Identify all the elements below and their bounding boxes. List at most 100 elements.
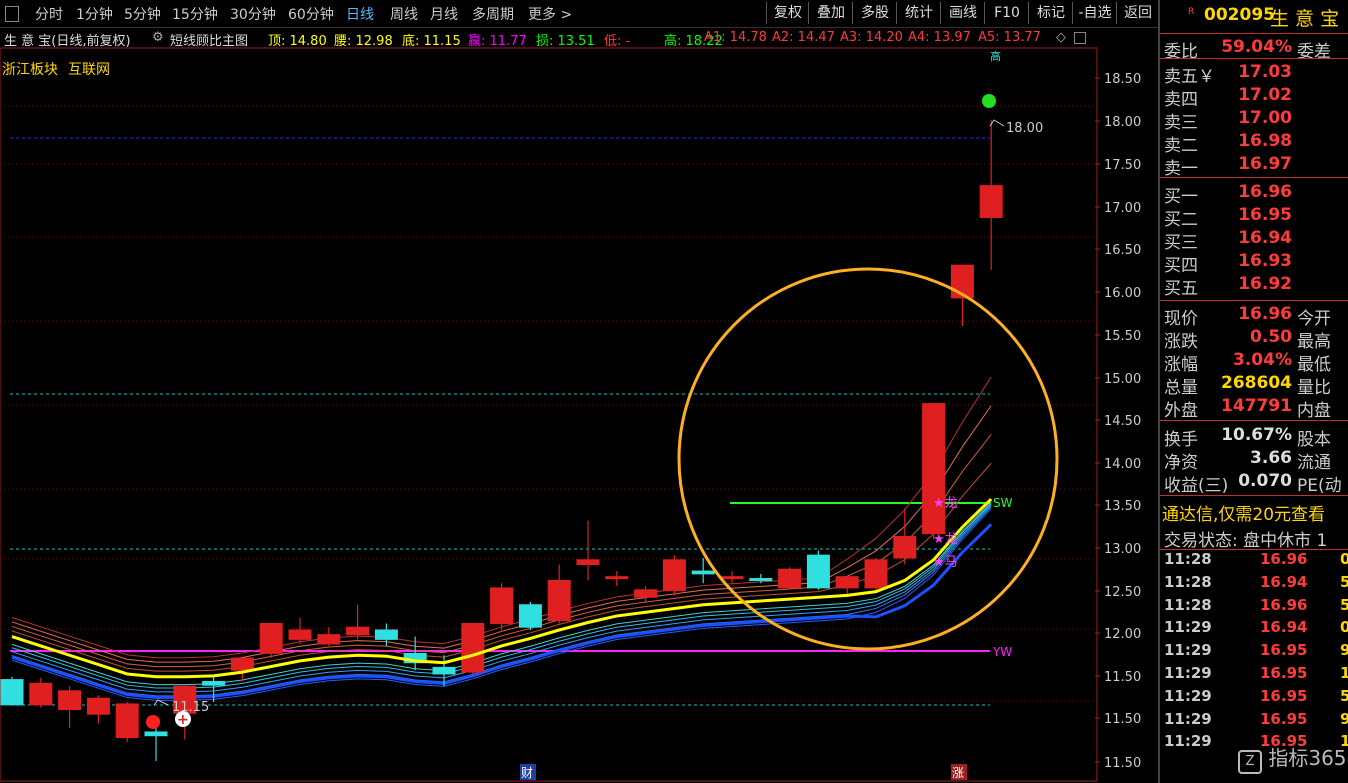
quote-row-5: 卖一 16.97 <box>1164 154 1348 179</box>
plus-icon: + <box>177 712 189 728</box>
quote-row-2: 卖四 17.02 <box>1164 85 1348 110</box>
sw-label: SW <box>993 496 1013 510</box>
trade-v: 9 <box>1340 641 1348 660</box>
quote-label-2: 股本 <box>1297 430 1331 450</box>
quote-label: 卖五￥ <box>1164 67 1215 87</box>
quote-label: 卖二 <box>1164 136 1198 156</box>
quote-row-6: 买一 16.96 <box>1164 182 1348 207</box>
promo-banner[interactable]: 通达信,仅需20元查看 <box>1162 500 1325 525</box>
y-tick-label: 14.00 <box>1104 457 1141 472</box>
quote-value: 3.66 <box>1250 448 1292 468</box>
stock-name: 生 意 宝 <box>1270 8 1340 30</box>
candle-body <box>547 579 571 622</box>
trade-p: 16.95 <box>1260 641 1308 660</box>
quote-label: 外盘 <box>1164 401 1198 421</box>
quote-value: 17.03 <box>1238 62 1292 82</box>
y-tick-label: 17.50 <box>1104 158 1141 173</box>
quote-row-7: 买二 16.95 <box>1164 205 1348 230</box>
trade-t: 11:29 <box>1164 686 1212 705</box>
quote-value: 147791 <box>1221 396 1292 416</box>
y-tick-label: 15.00 <box>1104 372 1141 387</box>
candle-body <box>346 626 370 636</box>
quote-row-14: 总量 268604 量比 <box>1164 373 1348 398</box>
quote-label-2: 最高 <box>1297 332 1331 352</box>
trade-row: 11:28 16.96 5 <box>1164 596 1348 618</box>
candle-body <box>317 634 341 645</box>
trade-p: 16.96 <box>1260 595 1308 614</box>
quote-value: 3.04% <box>1233 350 1292 370</box>
quote-row-10: 买五 16.92 <box>1164 274 1348 299</box>
candle-body <box>230 657 254 671</box>
y-tick-label: 13.00 <box>1104 542 1141 557</box>
y-tick-label: 15.50 <box>1104 329 1141 344</box>
candle-body <box>662 559 686 592</box>
y-tick-label: 13.50 <box>1104 499 1141 514</box>
trade-v: 5 <box>1340 595 1348 614</box>
trade-v: 9 <box>1340 709 1348 728</box>
quote-label-2: 今开 <box>1297 309 1331 329</box>
quote-value: 16.98 <box>1238 131 1292 151</box>
candle-body <box>374 629 398 640</box>
candle-body <box>29 682 53 706</box>
quote-label-2: PE(动 <box>1297 476 1342 496</box>
quote-value: 16.96 <box>1238 182 1292 202</box>
quote-label: 净资 <box>1164 453 1198 473</box>
candle-body <box>720 576 744 580</box>
quote-row-3: 卖三 17.00 <box>1164 108 1348 133</box>
quote-label: 买三 <box>1164 233 1198 253</box>
trade-row: 11:28 16.94 52 <box>1164 573 1348 595</box>
trade-p: 16.96 <box>1260 550 1308 568</box>
stock-code: 002095 <box>1204 5 1275 25</box>
candle-body <box>806 554 830 589</box>
quote-row-17: 净资 3.66 流通 <box>1164 448 1348 473</box>
kline-chart[interactable]: 18.50 18.00 17.50 17.00 16.50 16.00 15.50 15.00… <box>0 0 1158 783</box>
trade-v: 0 <box>1340 550 1348 568</box>
green-signal-dot <box>982 94 996 108</box>
trade-t: 11:29 <box>1164 732 1212 751</box>
quote-label: 换手 <box>1164 430 1198 450</box>
quote-value: 16.94 <box>1238 228 1292 248</box>
yw-label: YW <box>992 645 1012 659</box>
candle-body <box>634 589 658 598</box>
candle-body <box>58 690 82 711</box>
trade-row: 11:29 16.95 1 <box>1164 664 1348 686</box>
candle-body <box>979 185 1003 218</box>
trade-row: 11:28 16.96 0 <box>1164 550 1348 572</box>
quote-value: 10.67% <box>1221 425 1292 445</box>
candle-body <box>288 629 312 640</box>
quote-label: 买一 <box>1164 187 1198 207</box>
y-tick-label: 12.00 <box>1104 627 1141 642</box>
quote-row-9: 买四 16.93 <box>1164 251 1348 276</box>
logo-icon: Z <box>1238 750 1262 774</box>
quote-row-11: 现价 16.96 今开 <box>1164 304 1348 329</box>
candle-body <box>144 731 168 737</box>
quote-row-18: 收益(三) 0.070 PE(动 <box>1164 471 1348 496</box>
trade-v: 5 <box>1340 686 1348 705</box>
candle-body <box>518 604 542 628</box>
quote-row-1: 卖五￥ 17.03 <box>1164 62 1348 87</box>
quote-label: 总量 <box>1164 378 1198 398</box>
quote-row-4: 卖二 16.98 <box>1164 131 1348 156</box>
trade-row: 11:29 16.95 9 <box>1164 710 1348 732</box>
candle-body <box>576 559 600 566</box>
quote-row-16: 换手 10.67% 股本 <box>1164 425 1348 450</box>
y-tick-label: 12.50 <box>1104 585 1141 600</box>
quote-row-12: 涨跌 0.50 最高 <box>1164 327 1348 352</box>
quote-label: 现价 <box>1164 309 1198 329</box>
quote-label: 买五 <box>1164 279 1198 299</box>
y-tick-label: 16.00 <box>1104 286 1141 301</box>
quote-label: 收益(三) <box>1164 476 1229 496</box>
trade-p: 16.94 <box>1260 572 1308 591</box>
dragon-marker: ★龙 <box>933 496 958 511</box>
quote-label: 买四 <box>1164 256 1198 276</box>
trade-t: 11:28 <box>1164 572 1212 591</box>
dragon-marker-2: ★龙 <box>933 532 958 547</box>
quote-panel: R 002095 生 意 宝 委比 59.04% 委差 卖五￥ 17.03 卖四 17.02… <box>1158 0 1348 783</box>
y-tick-label: 16.50 <box>1104 243 1141 258</box>
quote-row-15: 外盘 147791 内盘 <box>1164 396 1348 421</box>
quote-value: 16.92 <box>1238 274 1292 294</box>
candle-body <box>259 622 283 654</box>
candle-body <box>749 578 773 582</box>
quote-value: 16.93 <box>1238 251 1292 271</box>
quote-label: 买二 <box>1164 210 1198 230</box>
